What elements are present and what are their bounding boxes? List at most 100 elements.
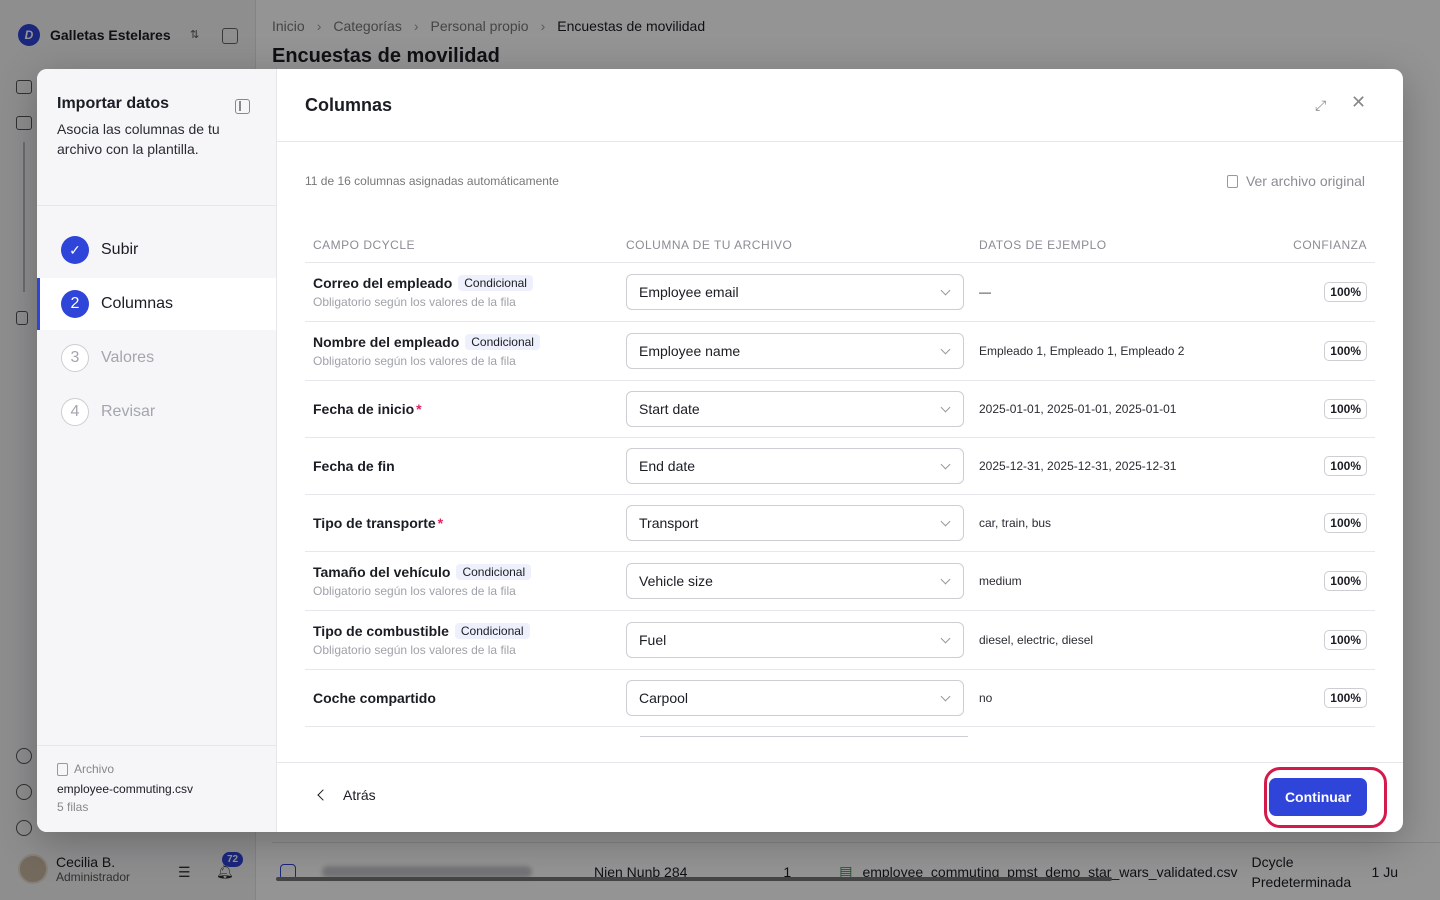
select-value: Start date (639, 401, 700, 417)
column-cell: Employee email (626, 274, 979, 310)
view-original-label: Ver archivo original (1245, 173, 1365, 189)
steps-panel: Importar datos Asocia las columnas de tu… (37, 69, 277, 832)
content-footer: Atrás Continuar (277, 762, 1403, 832)
table-row: Coche compartido Carpool no 100% (305, 670, 1375, 727)
step-label: Columnas (101, 295, 174, 312)
step-label: Revisar (101, 403, 156, 420)
column-select[interactable]: Employee email (626, 274, 964, 310)
field-hint: Obligatorio según los valores de la fila (313, 354, 516, 368)
step-number: 4 (61, 398, 89, 426)
step-number: 2 (61, 290, 89, 318)
column-select[interactable]: Carpool (626, 680, 964, 716)
field-name-row: Tipo de transporte * (313, 515, 626, 531)
field-name: Tipo de transporte (313, 515, 436, 531)
confidence-badge: 100% (1324, 341, 1367, 361)
document-icon (57, 762, 68, 776)
sample-data: car, train, bus (979, 516, 1052, 530)
next-select-partial (640, 736, 968, 740)
sample-data: 2025-12-31, 2025-12-31, 2025-12-31 (979, 459, 1177, 473)
chevron-down-icon (940, 574, 951, 584)
column-select[interactable]: End date (626, 448, 964, 484)
field-name-row: Nombre del empleado Condicional (313, 334, 626, 350)
column-select[interactable]: Vehicle size (626, 563, 964, 599)
file-label: Archivo (57, 762, 256, 776)
steps-title: Importar datos (57, 95, 170, 112)
field-name-row: Fecha de inicio * (313, 401, 626, 417)
select-value: Transport (639, 515, 699, 531)
column-cell: Start date (626, 391, 979, 427)
sample-data: 2025-01-01, 2025-01-01, 2025-01-01 (979, 402, 1177, 416)
field-cell: Tipo de transporte * (305, 515, 626, 531)
sample-data: Empleado 1, Empleado 1, Empleado 2 (979, 344, 1185, 358)
confidence-cell: 100% (1269, 571, 1375, 591)
column-select[interactable]: Employee name (626, 333, 964, 369)
content-title: Columnas (305, 95, 393, 115)
back-button[interactable]: Atrás (317, 787, 376, 803)
select-value: Employee email (639, 284, 739, 300)
chevron-down-icon (940, 516, 951, 526)
field-name-row: Tipo de combustible Condicional (313, 623, 626, 639)
column-select[interactable]: Start date (626, 391, 964, 427)
column-cell: Fuel (626, 622, 979, 658)
field-cell: Tamaño del vehículo Condicional Obligato… (305, 564, 626, 598)
content-header: Columnas ⤢ ✕ (277, 69, 1403, 142)
field-name: Tipo de combustible (313, 623, 449, 639)
field-name-row: Tamaño del vehículo Condicional (313, 564, 626, 580)
table-row: Tipo de combustible Condicional Obligato… (305, 611, 1375, 670)
field-name-row: Coche compartido (313, 690, 626, 706)
field-hint: Obligatorio según los valores de la fila (313, 295, 516, 309)
sample-data: diesel, electric, diesel (979, 633, 1094, 647)
step-columnas[interactable]: 2 Columnas (37, 278, 276, 330)
file-label-text: Archivo (74, 762, 115, 776)
sample-data: medium (979, 574, 1022, 588)
field-name: Fecha de inicio (313, 401, 415, 417)
column-select[interactable]: Transport (626, 505, 964, 541)
check-icon: ✓ (61, 236, 89, 264)
confidence-cell: 100% (1269, 282, 1375, 302)
select-value: Fuel (639, 632, 667, 648)
table-header: CAMPO DCYCLE COLUMNA DE TU ARCHIVO DATOS… (305, 227, 1375, 263)
table-row: Fecha de fin End date 2025-12-31, 2025-1… (305, 438, 1375, 495)
chevron-down-icon (940, 459, 951, 469)
field-name-row: Correo del empleado Condicional (313, 275, 626, 291)
view-original-button[interactable]: Ver archivo original (1226, 173, 1365, 189)
table-row: Fecha de inicio * Start date 2025-01-01,… (305, 381, 1375, 438)
auto-mapped-count: 11 de 16 columnas asignadas automáticame… (305, 174, 559, 188)
column-select[interactable]: Fuel (626, 622, 964, 658)
panel-collapse-icon[interactable] (235, 99, 250, 114)
steps-list: ✓ Subir 2 Columnas 3 Valores 4 Revisar (37, 206, 276, 438)
continue-button[interactable]: Continuar (1269, 778, 1367, 816)
step-revisar: 4 Revisar (37, 386, 276, 438)
confidence-cell: 100% (1269, 456, 1375, 476)
field-name: Tamaño del vehículo (313, 564, 451, 580)
back-label: Atrás (343, 787, 376, 803)
import-modal: Importar datos Asocia las columnas de tu… (37, 69, 1403, 832)
expand-icon[interactable]: ⤢ (1315, 97, 1331, 113)
field-name: Correo del empleado (313, 275, 453, 291)
field-name: Coche compartido (313, 690, 436, 706)
field-hint: Obligatorio según los valores de la fila (313, 584, 516, 598)
chevron-down-icon (940, 402, 951, 412)
document-icon (1226, 174, 1238, 188)
sample-data: no (979, 691, 993, 705)
confidence-cell: 100% (1269, 341, 1375, 361)
close-icon[interactable]: ✕ (1351, 93, 1367, 111)
chevron-down-icon (940, 691, 951, 701)
file-rows: 5 filas (57, 800, 89, 814)
header-campo: CAMPO DCYCLE (313, 237, 416, 252)
required-marker: * (437, 515, 444, 531)
chevron-down-icon (940, 344, 951, 354)
select-value: Employee name (639, 343, 741, 359)
step-subir[interactable]: ✓ Subir (37, 224, 276, 276)
select-value: Carpool (639, 690, 689, 706)
field-name: Fecha de fin (313, 458, 395, 474)
field-name: Nombre del empleado (313, 334, 460, 350)
column-cell: Carpool (626, 680, 979, 716)
field-cell: Tipo de combustible Condicional Obligato… (305, 623, 626, 657)
chevron-left-icon (317, 789, 329, 801)
table-row: Nombre del empleado Condicional Obligato… (305, 322, 1375, 381)
confidence-badge: 100% (1324, 688, 1367, 708)
field-cell: Fecha de inicio * (305, 401, 626, 417)
field-hint: Obligatorio según los valores de la fila (313, 643, 516, 657)
header-confianza: CONFIANZA (1293, 237, 1367, 252)
